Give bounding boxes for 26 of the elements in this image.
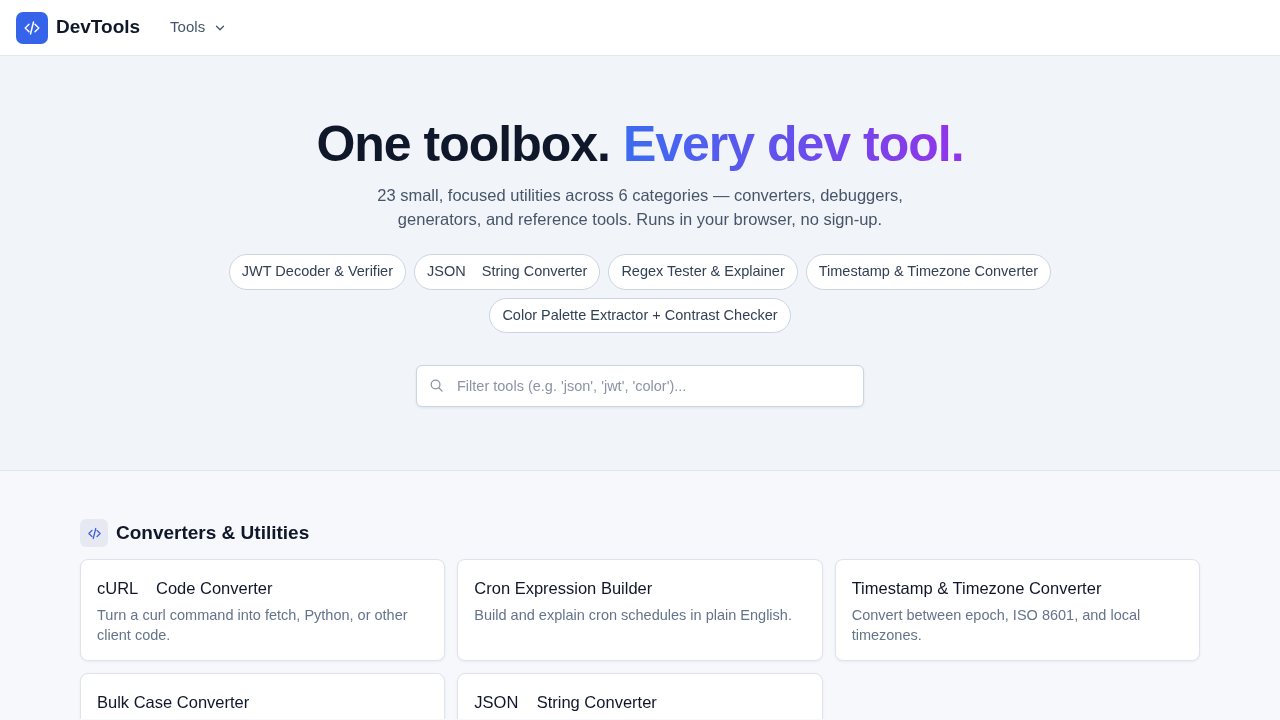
hero-title: One toolbox. Every dev tool. [315, 115, 965, 174]
tool-chip[interactable]: Timestamp & Timezone Converter [805, 253, 1052, 290]
tool-name: Bulk Case Converter [97, 692, 251, 713]
tool-description: Build and explain cron schedules in plain English. [474, 605, 793, 625]
tool-name: cURL Code Converter [97, 578, 274, 599]
tool-name: JSON String Converter [474, 692, 658, 713]
filter-field[interactable]: Filter tools (e.g. 'json', 'jwt', 'color')... [416, 365, 864, 408]
tool-card[interactable]: Bulk Case Converter [80, 673, 446, 719]
tool-card[interactable]: cURL Code Converter Turn a curl command into fetch, Python, or other client code. [80, 559, 446, 661]
code-icon [80, 519, 108, 547]
tools-menu[interactable]: Tools [170, 16, 228, 39]
tool-card[interactable]: Cron Expression Builder Build and explain cron schedules in plain English. [457, 559, 823, 661]
tool-chip[interactable]: JSON String Converter [414, 253, 601, 290]
tool-description: Convert between epoch, ISO 8601, and local timezones. [851, 605, 1142, 646]
tool-card[interactable]: Timestamp & Timezone Converter Convert between epoch, ISO 8601, and local timezones. [834, 559, 1200, 661]
brand-name[interactable]: DevTools [56, 13, 141, 42]
tool-chip[interactable]: Regex Tester & Explainer [608, 253, 798, 290]
tool-name: Cron Expression Builder [474, 578, 654, 599]
section-title: Converters & Utilities [116, 521, 310, 545]
tool-description: Turn a curl command into fetch, Python, or other client code. [97, 605, 409, 646]
tool-name: Timestamp & Timezone Converter [851, 578, 1103, 599]
logo-icon[interactable] [16, 11, 48, 44]
tool-chip[interactable]: Color Palette Extractor + Contrast Checker [489, 297, 791, 334]
tool-card[interactable]: JSON String Converter [457, 673, 823, 719]
tool-chip[interactable]: JWT Decoder & Verifier [228, 253, 406, 290]
hero-subtitle: 23 small, focused utilities across 6 categories — converters, debuggers, generators, and reference tools. Runs in your browser, no sign-up. [376, 185, 904, 230]
